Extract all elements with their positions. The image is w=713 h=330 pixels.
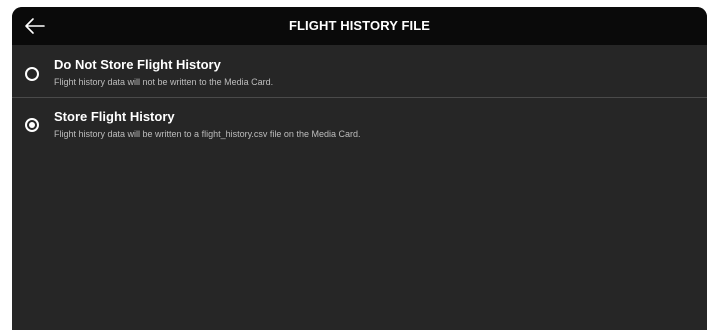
radio-selected-dot xyxy=(29,122,35,128)
settings-panel: FLIGHT HISTORY FILE Do Not Store Flight … xyxy=(12,7,707,330)
option-label: Store Flight History xyxy=(54,109,175,124)
option-description: Flight history data will not be written … xyxy=(54,77,274,87)
radio-button-selected[interactable] xyxy=(25,118,39,132)
option-description: Flight history data will be written to a… xyxy=(54,129,361,139)
back-button[interactable] xyxy=(20,12,50,40)
option-store-flight-history[interactable]: Store Flight History Flight history data… xyxy=(12,98,707,151)
option-label: Do Not Store Flight History xyxy=(54,57,221,72)
option-do-not-store-flight-history[interactable]: Do Not Store Flight History Flight histo… xyxy=(12,46,707,97)
radio-button-unselected[interactable] xyxy=(25,67,39,81)
arrow-left-icon xyxy=(20,12,50,40)
page-title: FLIGHT HISTORY FILE xyxy=(288,18,431,33)
header-bar: FLIGHT HISTORY FILE xyxy=(12,7,707,45)
